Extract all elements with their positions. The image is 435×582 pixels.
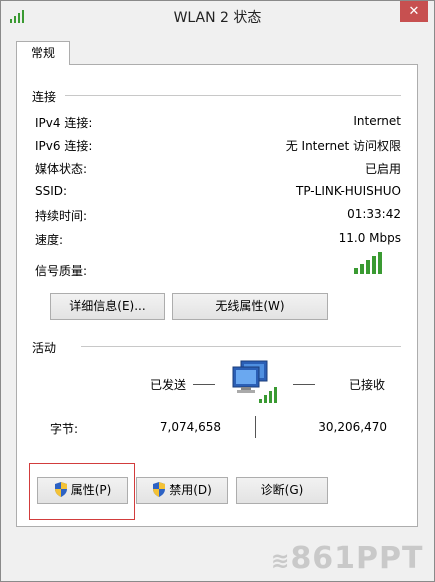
disable-button[interactable]: 禁用(D) bbox=[136, 477, 228, 504]
ssid-label: SSID: bbox=[35, 184, 68, 198]
media-state-label: 媒体状态: bbox=[35, 162, 88, 176]
diagnose-button[interactable]: 诊断(G) bbox=[236, 477, 328, 504]
details-button[interactable]: 详细信息(E)... bbox=[50, 293, 165, 320]
highlight-box bbox=[29, 463, 135, 520]
close-button[interactable]: ✕ bbox=[400, 1, 428, 22]
signal-bar bbox=[360, 264, 364, 274]
window-title: WLAN 2 状态 bbox=[173, 10, 262, 26]
speed-label: 速度: bbox=[35, 233, 64, 247]
duration-value: 01:33:42 bbox=[347, 207, 401, 221]
signal-quality-icon bbox=[354, 252, 382, 274]
bytes-label: 字节: bbox=[50, 422, 79, 436]
signal-bar bbox=[372, 256, 376, 274]
bytes-divider bbox=[255, 416, 256, 438]
received-label: 已接收 bbox=[349, 378, 386, 392]
activity-separator bbox=[81, 346, 401, 347]
duration-label: 持续时间: bbox=[35, 209, 88, 223]
network-computers-icon bbox=[232, 360, 277, 403]
wlan-status-window: WLAN 2 状态 ✕ 常规 连接 IPv4 连接: Internet IPv6… bbox=[0, 0, 435, 582]
signal-bar bbox=[354, 268, 358, 274]
activity-group-label: 活动 bbox=[32, 341, 57, 355]
disable-button-label: 禁用(D) bbox=[169, 483, 212, 497]
wireless-properties-button[interactable]: 无线属性(W) bbox=[172, 293, 328, 320]
tab-general[interactable]: 常规 bbox=[16, 41, 70, 65]
sent-label: 已发送 bbox=[150, 378, 187, 392]
connection-group-label: 连接 bbox=[32, 90, 57, 104]
sent-line bbox=[193, 384, 215, 385]
layers-icon: ≋ bbox=[271, 549, 291, 574]
bytes-sent-value: 7,074,658 bbox=[159, 420, 221, 434]
watermark-text: 861PPT bbox=[290, 541, 424, 576]
speed-value: 11.0 Mbps bbox=[338, 231, 401, 245]
close-icon: ✕ bbox=[408, 4, 420, 19]
ipv6-value: 无 Internet 访问权限 bbox=[285, 139, 401, 153]
media-state-value: 已启用 bbox=[364, 162, 401, 176]
watermark-logo: ≋861PPT bbox=[271, 541, 424, 576]
signal-bar bbox=[378, 252, 382, 274]
bytes-received-value: 30,206,470 bbox=[318, 420, 387, 434]
ssid-value: TP-LINK-HUISHUO bbox=[296, 184, 401, 198]
uac-shield-icon bbox=[153, 482, 166, 497]
ipv4-label: IPv4 连接: bbox=[35, 116, 93, 130]
title-bar[interactable]: WLAN 2 状态 ✕ bbox=[1, 1, 434, 31]
signal-bar bbox=[366, 260, 370, 274]
connection-separator bbox=[65, 95, 401, 96]
ipv4-value: Internet bbox=[353, 114, 401, 128]
received-line bbox=[293, 384, 315, 385]
ipv6-label: IPv6 连接: bbox=[35, 139, 93, 153]
signal-quality-label: 信号质量: bbox=[35, 264, 88, 278]
